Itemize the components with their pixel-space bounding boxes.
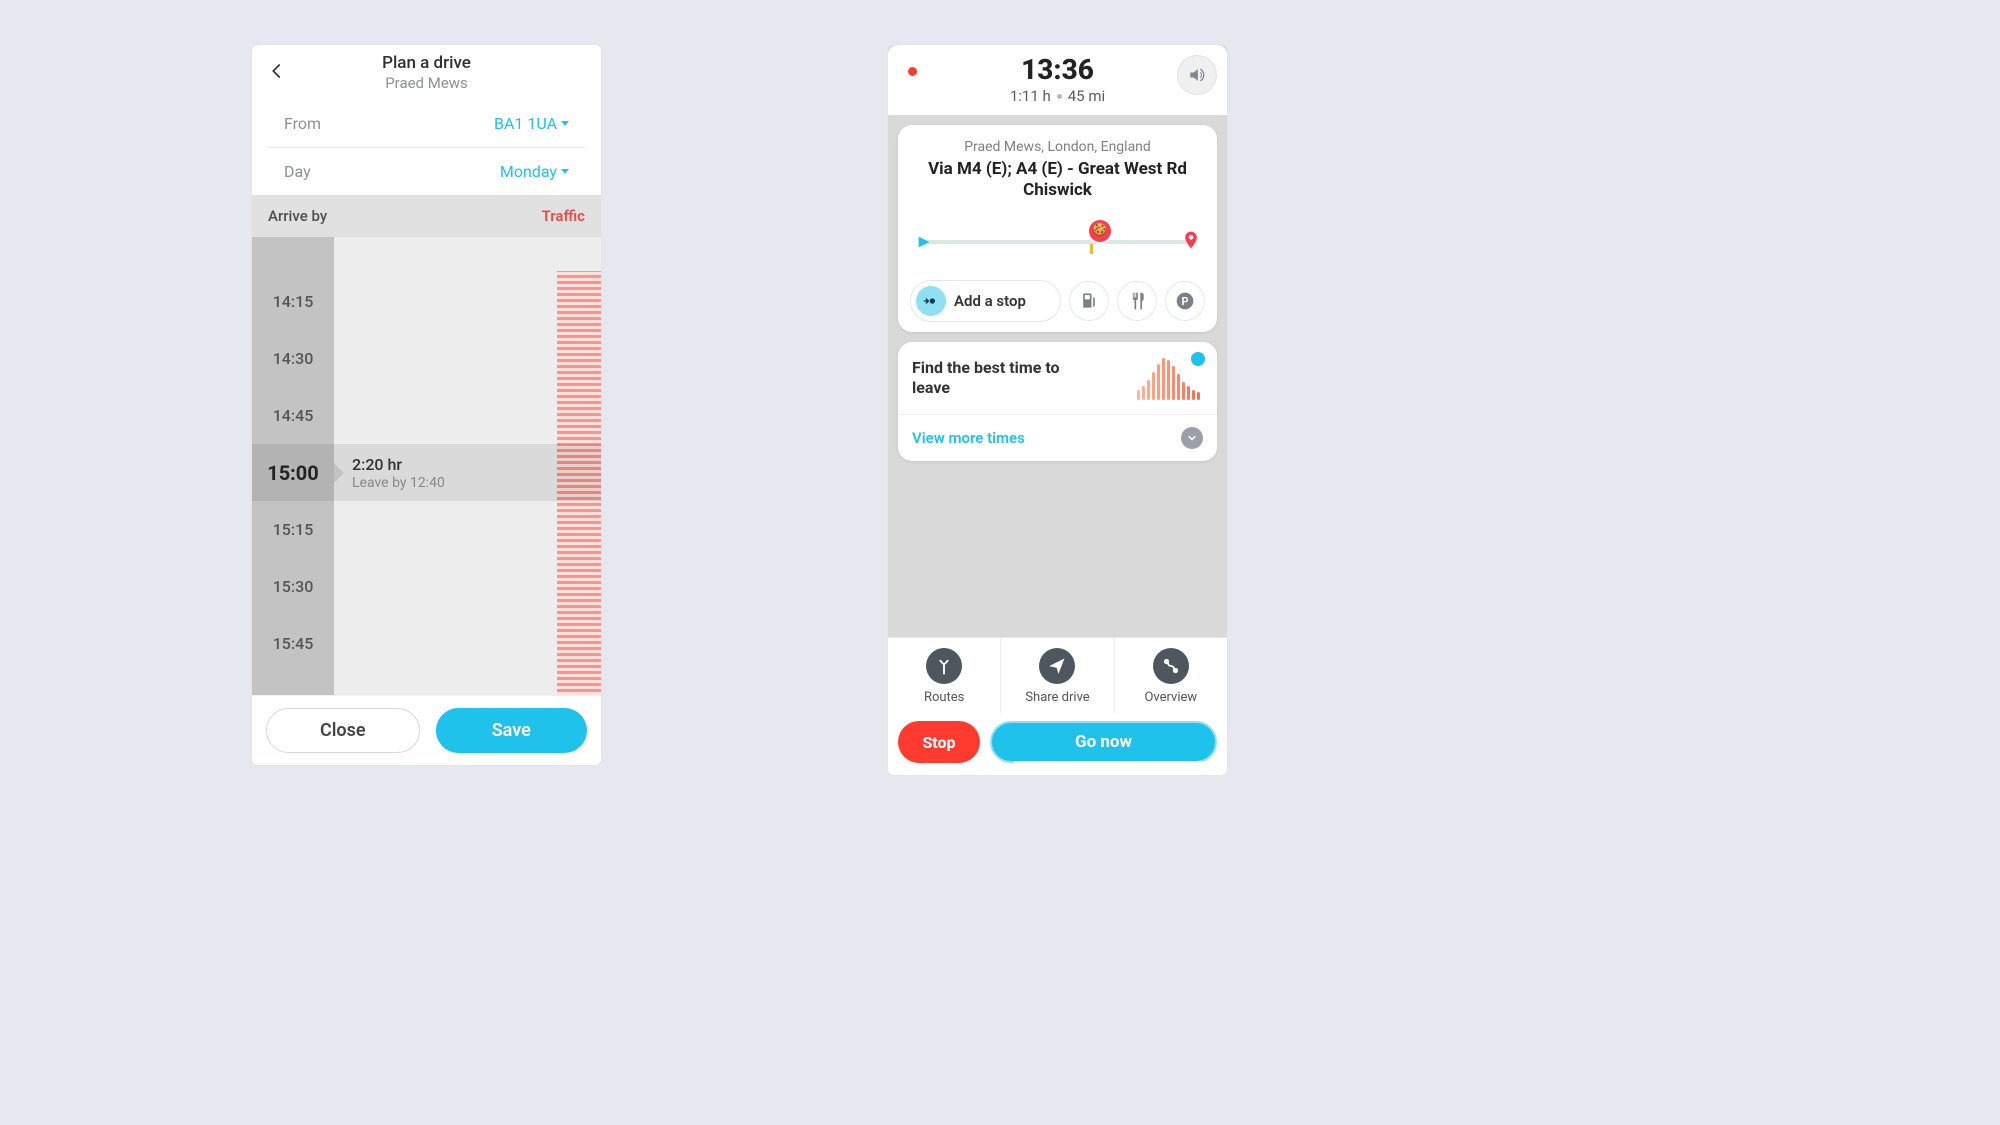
day-value[interactable]: Monday [500,162,569,181]
time-row[interactable]: 14:30 [252,330,601,387]
bottom-bar: Routes Share drive Overview Stop Go now [888,637,1227,775]
day-label: Day [284,162,311,181]
overview-button[interactable]: Overview [1115,638,1227,713]
plan-drive-screen: Plan a drive Praed Mews From BA1 1UA Day… [252,45,601,765]
gas-icon [1079,291,1099,311]
from-row[interactable]: From BA1 1UA [268,100,585,148]
route-progress: 🍪 [910,220,1205,270]
trip-stats: 1:11 h 45 mi [898,87,1217,105]
chevron-down-icon [561,121,569,126]
close-button[interactable]: Close [266,708,420,753]
overview-label: Overview [1144,690,1197,705]
routes-icon [926,648,962,684]
add-stop-label: Add a stop [954,292,1026,310]
parking-icon: P [1175,291,1195,311]
selected-leave-by: Leave by 12:40 [352,475,445,491]
traffic-mini-graph-icon [1137,356,1203,400]
route-description: Via M4 (E); A4 (E) - Great West Rd Chisw… [910,159,1205,202]
destination-pin-icon [1181,228,1201,256]
time-label: 15:00 [252,461,334,485]
best-time-card: Find the best time to leave View more ti… [898,342,1217,461]
route-actions: Add a stop P [910,280,1205,322]
from-label: From [284,114,321,133]
page-title: Plan a drive [252,53,601,73]
gas-button[interactable] [1069,281,1109,321]
time-label: 15:45 [252,634,334,653]
time-label: 14:15 [252,292,334,311]
time-label: 15:30 [252,577,334,596]
duration: 1:11 h [1010,87,1051,105]
arrival-time: 13:36 [898,53,1217,86]
route-card: Praed Mews, London, England Via M4 (E); … [898,125,1217,332]
time-row[interactable]: 15:00 2:20 hrLeave by 12:40 [252,444,601,501]
routes-button[interactable]: Routes [888,638,1001,713]
go-now-button[interactable]: Go now [990,721,1217,763]
best-time-label: Find the best time to leave [912,358,1072,398]
start-icon [916,234,932,254]
sound-button[interactable] [1177,55,1217,95]
from-value[interactable]: BA1 1UA [494,114,569,133]
time-row[interactable]: 14:45 [252,387,601,444]
time-label: 14:45 [252,406,334,425]
time-label: 14:30 [252,349,334,368]
chevron-down-icon [561,169,569,174]
share-label: Share drive [1025,690,1089,705]
schedule-header: Arrive by Traffic [252,195,601,237]
routes-label: Routes [924,690,964,705]
view-more-label: View more times [912,429,1025,447]
time-row[interactable]: 15:30 [252,558,601,615]
top-bar: 13:36 1:11 h 45 mi [888,45,1227,115]
svg-text:P: P [1182,295,1189,308]
parking-button[interactable]: P [1165,281,1205,321]
time-label: 15:15 [252,520,334,539]
schedule-body[interactable]: 14:15 14:30 14:45 15:00 2:20 hrLeave by 12:4… [252,237,601,728]
add-stop-icon [916,286,946,316]
page-subtitle: Praed Mews [252,74,601,92]
save-button[interactable]: Save [436,708,588,753]
back-button[interactable] [268,61,288,85]
view-more-times-button[interactable]: View more times [898,414,1217,461]
time-row[interactable]: 15:15 [252,501,601,558]
share-button[interactable]: Share drive [1001,638,1114,713]
time-row[interactable]: 15:45 [252,615,601,672]
food-icon [1127,291,1147,311]
share-icon [1039,648,1075,684]
chevron-down-icon [1181,427,1203,449]
traffic-label: Traffic [542,207,585,225]
sound-icon [1187,65,1207,85]
overview-icon [1153,648,1189,684]
footer-actions: Close Save [252,695,601,765]
day-row[interactable]: Day Monday [268,148,585,195]
distance: 45 mi [1068,87,1105,105]
time-row[interactable]: 14:15 [252,273,601,330]
destination-address: Praed Mews, London, England [910,139,1205,155]
food-button[interactable] [1117,281,1157,321]
recording-indicator-icon [908,67,917,76]
navigation-screen: 13:36 1:11 h 45 mi Praed Mews, London, E… [888,45,1227,775]
arrive-by-label: Arrive by [268,207,327,225]
header: Plan a drive Praed Mews [252,45,601,100]
add-stop-button[interactable]: Add a stop [910,280,1061,322]
selected-duration: 2:20 hr [352,455,445,474]
clock-icon [1189,350,1207,368]
hazard-icon: 🍪 [1087,218,1113,244]
stop-button[interactable]: Stop [898,721,980,763]
